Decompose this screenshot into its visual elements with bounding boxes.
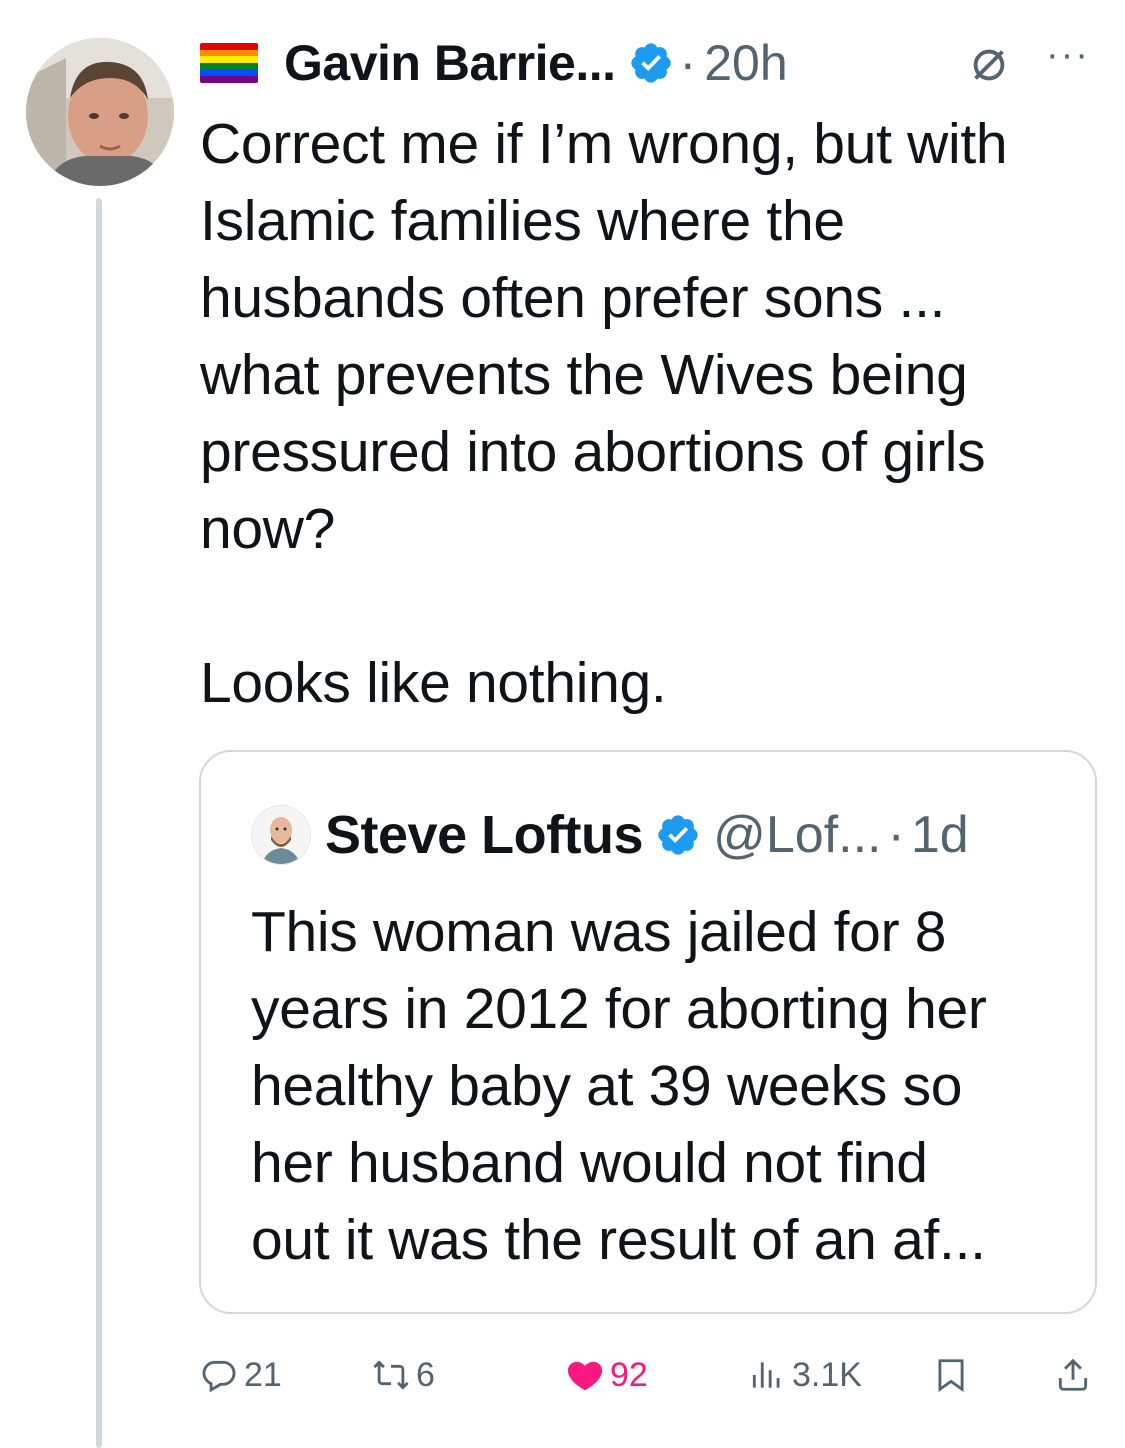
thread-line (96, 198, 102, 1448)
quoted-tweet-header: Steve Loftus @Lof... · 1d (251, 805, 969, 865)
more-icon[interactable]: ··· (1046, 34, 1090, 77)
author-name[interactable]: Gavin Barrie... (284, 34, 616, 92)
author-avatar[interactable] (26, 38, 174, 186)
tweet-header: Gavin Barrie... · 20h ··· (200, 30, 1105, 96)
quoted-tweet[interactable]: Steve Loftus @Lof... · 1d This woman was… (199, 750, 1097, 1314)
retweet-icon (373, 1360, 409, 1390)
heart-icon (567, 1361, 603, 1391)
pride-flag-icon (200, 43, 258, 83)
tweet-text: Correct me if I’m wrong, but with Islami… (200, 112, 1008, 715)
quoted-author-avatar[interactable] (251, 805, 311, 865)
retweet-button[interactable]: 6 (372, 1350, 435, 1400)
quoted-author-handle[interactable]: @Lof... (713, 805, 881, 865)
no-entry-icon[interactable] (966, 42, 1012, 88)
quoted-header-separator: · (887, 806, 905, 864)
views-count: 3.1K (792, 1355, 862, 1394)
bookmark-button[interactable] (932, 1350, 976, 1400)
verified-badge-icon (658, 815, 698, 855)
share-button[interactable] (1054, 1350, 1098, 1400)
views-icon (752, 1362, 780, 1388)
reply-button[interactable]: 21 (200, 1350, 282, 1400)
action-bar: 21 6 92 3.1K (196, 1350, 1096, 1400)
quoted-author-name[interactable]: Steve Loftus (325, 804, 644, 866)
header-separator: · (679, 35, 697, 91)
verified-badge-icon (630, 43, 671, 83)
tweet-timestamp[interactable]: 20h (704, 34, 787, 92)
reply-icon (202, 1360, 236, 1393)
quoted-tweet-timestamp[interactable]: 1d (911, 805, 969, 865)
reply-count: 21 (244, 1355, 282, 1394)
quoted-tweet-text: This woman was jailed for 8 years in 201… (251, 900, 987, 1272)
like-count: 92 (610, 1355, 648, 1394)
share-icon (1058, 1358, 1088, 1391)
like-button[interactable]: 92 (566, 1350, 648, 1400)
retweet-count: 6 (416, 1355, 435, 1394)
bookmark-icon (938, 1359, 964, 1393)
views-button[interactable]: 3.1K (748, 1350, 862, 1400)
